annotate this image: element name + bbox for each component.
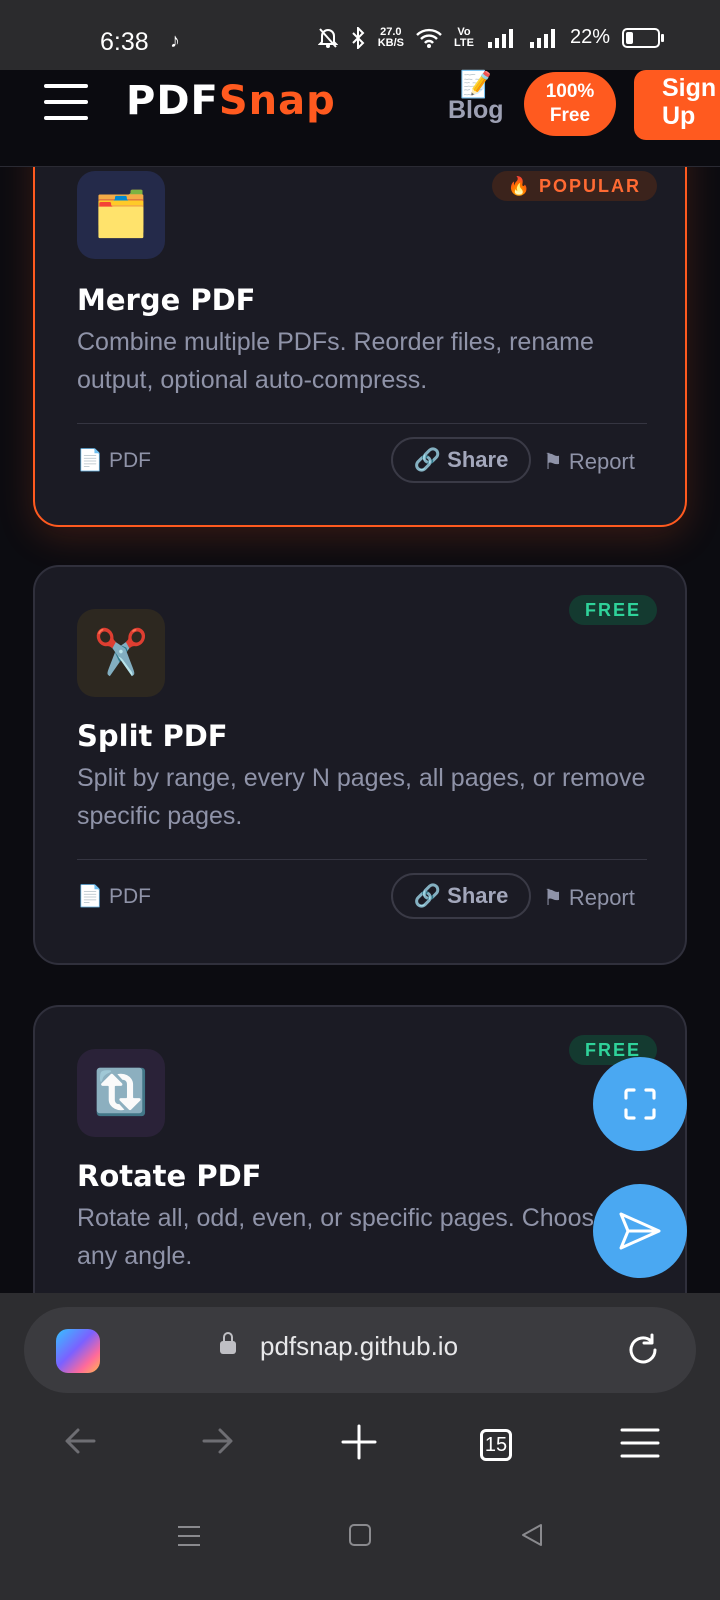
- copilot-icon[interactable]: [56, 1329, 100, 1373]
- send-fab[interactable]: [593, 1184, 687, 1278]
- blog-link[interactable]: 📝 Blog: [448, 70, 504, 125]
- tool-title: Rotate PDF: [77, 1159, 262, 1193]
- browser-menu-icon[interactable]: [620, 1427, 660, 1459]
- forward-arrow-icon[interactable]: [200, 1423, 236, 1459]
- card-divider: [77, 423, 647, 424]
- rotate-icon: 🔃: [77, 1049, 165, 1137]
- popular-badge: 🔥 POPULAR: [491, 171, 657, 201]
- sign-up-button[interactable]: Sign Up: [634, 70, 720, 140]
- network-speed: 27.0 KB/S: [377, 25, 404, 49]
- file-type-label: 📄 PDF: [77, 449, 151, 472]
- status-bar: 6:38 ♪ 27.0 KB/S Vo LTE 22%: [0, 0, 720, 70]
- tool-card-split-pdf[interactable]: FREE ✂️ Split PDF Split by range, every …: [33, 565, 687, 965]
- tool-title: Split PDF: [77, 719, 228, 753]
- back-arrow-icon[interactable]: [62, 1423, 98, 1459]
- home-icon[interactable]: [348, 1523, 372, 1547]
- bluetooth-icon: [352, 26, 365, 49]
- lock-icon: [220, 1332, 236, 1354]
- browser-nav-row: 15: [0, 1413, 720, 1483]
- tool-description: Rotate all, odd, even, or specific pages…: [77, 1204, 608, 1270]
- send-icon: [619, 1212, 661, 1250]
- clock: 6:38: [100, 28, 149, 56]
- menu-icon[interactable]: [44, 84, 88, 120]
- tabs-button[interactable]: 15: [480, 1429, 512, 1461]
- tool-description: Combine multiple PDFs. Reorder files, re…: [77, 328, 594, 394]
- card-divider: [77, 859, 647, 860]
- new-tab-plus-icon[interactable]: [340, 1423, 378, 1461]
- tool-description: Split by range, every N pages, all pages…: [77, 764, 646, 830]
- site-logo[interactable]: PDFSnap: [126, 78, 336, 124]
- battery-icon: [622, 27, 664, 48]
- tool-title: Merge PDF: [77, 283, 256, 317]
- address-bar[interactable]: pdfsnap.github.io: [24, 1307, 696, 1393]
- bell-muted-icon: [317, 27, 338, 48]
- file-type-label: 📄 PDF: [77, 885, 151, 908]
- signal-strength-icon: [487, 28, 513, 48]
- tool-card-rotate-pdf[interactable]: FREE 🔃 Rotate PDF Rotate all, odd, even,…: [33, 1005, 687, 1293]
- site-header: PDFSnap 📝 Blog 100% Free Sign Up: [0, 70, 720, 167]
- free-badge: FREE: [568, 595, 657, 625]
- tiktok-notification-icon: ♪: [170, 30, 180, 52]
- free-badge: 100% Free: [524, 72, 616, 136]
- report-button[interactable]: ⚑ Report: [543, 449, 635, 475]
- report-button[interactable]: ⚑ Report: [543, 885, 635, 911]
- wifi-icon: [416, 28, 442, 48]
- signal-strength-icon-2: [529, 28, 555, 48]
- share-button[interactable]: 🔗 Share: [391, 873, 531, 919]
- share-button[interactable]: 🔗 Share: [391, 437, 531, 483]
- system-navigation-bar: [0, 1508, 720, 1578]
- scissors-icon: ✂️: [77, 609, 165, 697]
- battery-percentage: 22%: [569, 26, 610, 48]
- tool-card-merge-pdf[interactable]: 🔥 POPULAR 🗂️ Merge PDF Combine multiple …: [33, 167, 687, 527]
- browser-toolbar: pdfsnap.github.io 15: [0, 1293, 720, 1600]
- url-text[interactable]: pdfsnap.github.io: [260, 1331, 458, 1362]
- recent-apps-icon[interactable]: [176, 1524, 202, 1548]
- volte-indicator: Vo LTE: [454, 25, 474, 49]
- reload-icon[interactable]: [624, 1331, 662, 1369]
- screenshot-fab[interactable]: [593, 1057, 687, 1151]
- folder-icon: 🗂️: [77, 171, 165, 259]
- back-triangle-icon[interactable]: [520, 1522, 544, 1548]
- fullscreen-icon: [624, 1088, 656, 1120]
- status-icons: 27.0 KB/S Vo LTE 22%: [317, 25, 664, 49]
